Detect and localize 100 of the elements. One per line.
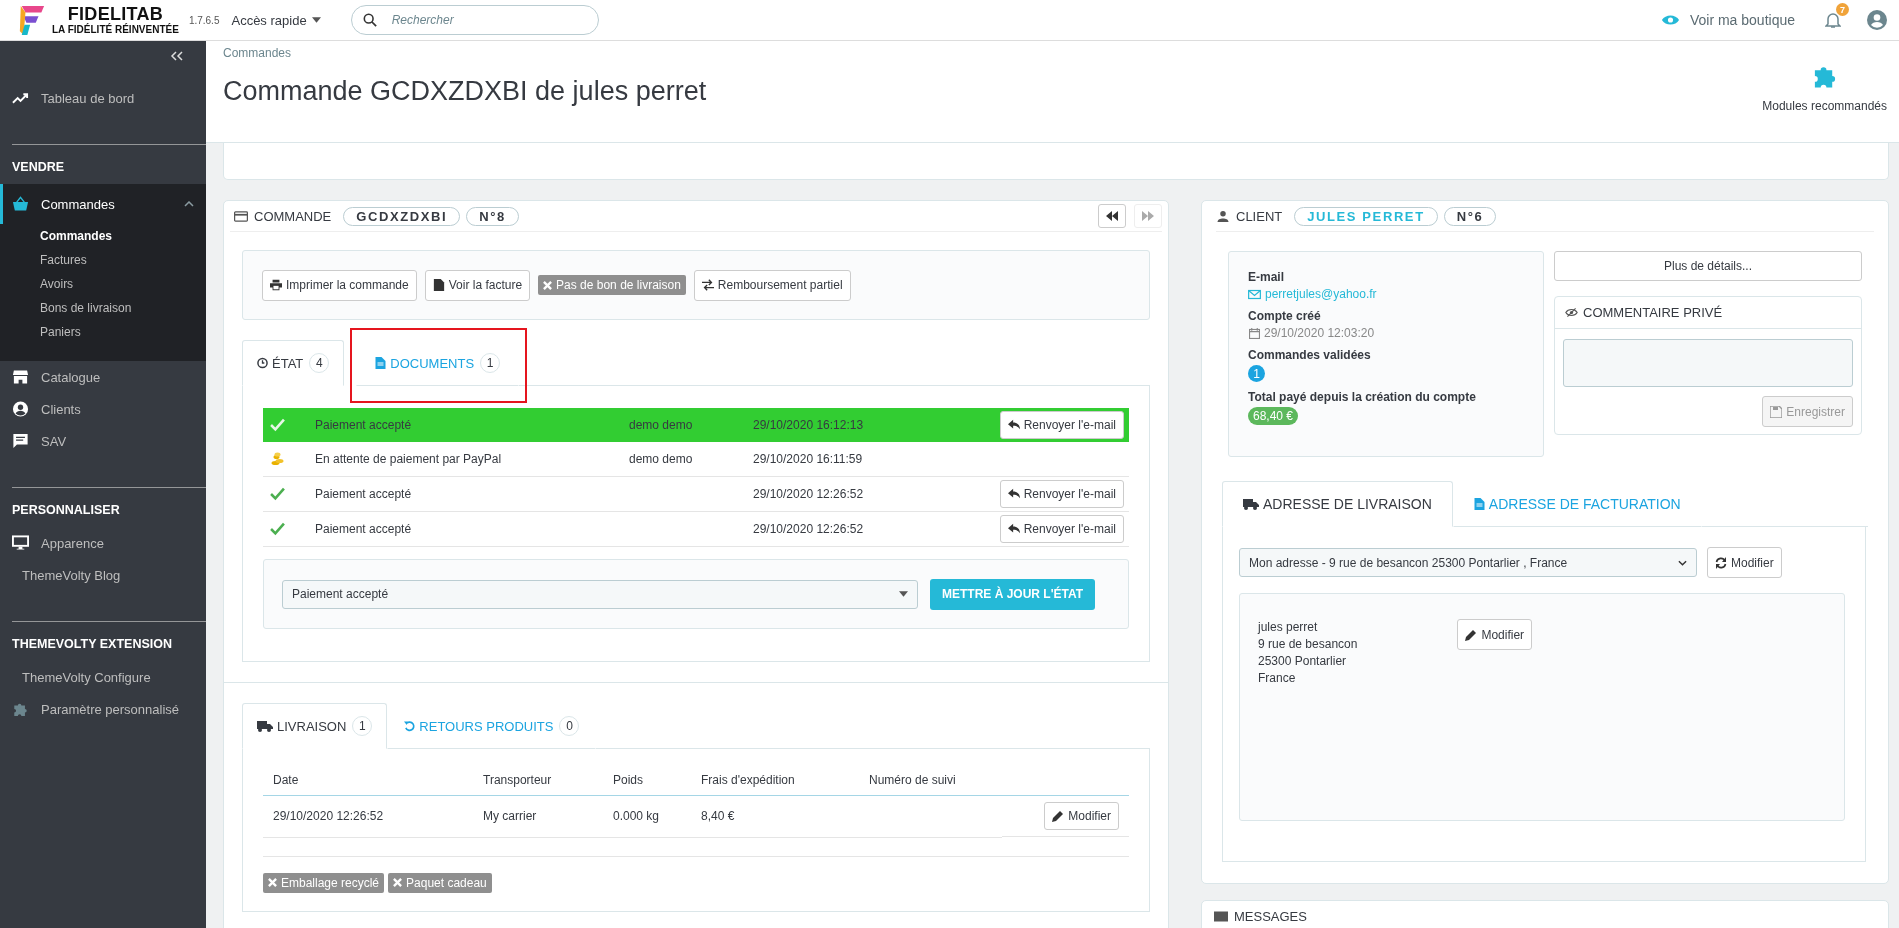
search-field[interactable]: Rechercher [350,5,599,35]
reply-icon [1007,488,1020,500]
sidebar-item[interactable]: Commandes [0,184,206,224]
field-label: Commandes validées [1248,348,1372,362]
edit-shipping-button[interactable]: Modifier [1044,802,1119,830]
document-icon [375,357,387,369]
sidebar-item[interactable]: Apparence [0,527,206,559]
sidebar-section-title: PERSONNALISER [11,502,121,519]
column-header: Frais d'expédition [691,767,859,796]
table-cell: 0.000 kg [613,809,660,824]
status-text: Paiement accepté [315,418,412,432]
fast-forward-icon [1142,211,1154,221]
panel-title: COMMANDE [254,208,332,224]
sidebar-subitem[interactable]: Bons de livraison [40,296,206,320]
truck-icon [257,720,273,732]
action-button[interactable]: Voir la facture [424,269,531,301]
change-address-button[interactable]: Modifier [1707,547,1782,578]
panel-title: CLIENT [1236,208,1283,224]
field-label: Total payé depuis la création du compte [1248,390,1477,404]
reply-icon [1007,419,1020,431]
bell-icon[interactable] [1825,11,1841,29]
date-text: 29/10/2020 12:26:52 [753,487,864,501]
sidebar-subitem[interactable]: Avoirs [40,272,206,296]
sidebar-item[interactable]: Catalogue [0,361,206,393]
tab[interactable]: ÉTAT 4 [242,340,345,386]
document-icon [1473,498,1485,510]
orders-count-badge: 1 [1248,365,1265,382]
resend-email-button[interactable]: Renvoyer l'e-mail [999,480,1124,508]
address-line: jules perret [1258,619,1319,636]
chevron-down-icon [1678,559,1687,566]
resend-email-button[interactable]: Renvoyer l'e-mail [999,515,1124,543]
status-text: Paiement accepté [315,522,412,536]
check-icon [270,522,285,536]
calendar-icon [1248,327,1261,339]
field-label: Compte créé [1248,309,1322,323]
action-button[interactable]: Imprimer la commande [262,269,417,301]
sidebar-item[interactable]: SAV [0,425,206,457]
sidebar-subitem[interactable]: Paniers [40,320,206,344]
rewind-icon [1106,211,1118,221]
pencil-icon [1465,628,1478,641]
next-order-button[interactable] [1134,204,1162,228]
collapse-icon[interactable] [170,51,184,61]
option-tag: Emballage recyclé [263,872,385,893]
sidebar-subitem[interactable]: Factures [40,248,206,272]
employee-name: demo demo [629,452,693,466]
sidebar-section-title: VENDRE [11,159,66,176]
document-icon [432,279,445,291]
sidebar-section-title: THEMEVOLTY EXTENSION [11,636,173,653]
caret-icon [311,17,321,23]
store-icon [12,369,29,385]
breadcrumb[interactable]: Commandes [223,46,1763,60]
sidebar-item[interactable]: ThemeVolty Blog [0,559,206,591]
quick-access-menu[interactable]: Accès rapide [231,12,321,28]
chevron-up-icon [184,201,194,207]
caret-icon [899,591,908,597]
sidebar-subitem[interactable]: Commandes [40,224,206,248]
search-icon [362,13,377,27]
sidebar-item[interactable]: Clients [0,393,206,425]
printer-icon [270,279,282,291]
person-icon [1216,210,1230,222]
more-details-button[interactable]: Plus de détails... [1554,251,1862,281]
previous-order-button[interactable] [1098,204,1126,228]
date-text: 29/10/2020 16:11:59 [753,452,863,466]
undo-icon [404,720,416,732]
cross-icon [543,280,553,290]
logo-icon [18,4,46,36]
status-tag: Pas de bon de livraison [538,275,686,295]
order-state-select[interactable]: Paiement accepté [282,579,918,609]
tab[interactable]: LIVRAISON 1 [242,703,388,749]
resend-email-button[interactable]: Renvoyer l'e-mail [999,411,1124,439]
edit-address-button[interactable]: Modifier [1457,619,1533,650]
user-avatar-icon[interactable] [1867,10,1887,30]
sidebar-item[interactable]: Tableau de bord [0,82,206,114]
table-cell: 29/10/2020 12:26:52 [273,809,384,824]
address-line: 25300 Pontarlier [1258,653,1348,670]
user-icon [12,401,29,417]
sidebar-item[interactable]: Paramètre personnalisé [0,693,206,725]
puzzle-icon [12,701,29,717]
tab[interactable]: RETOURS PRODUITS 0 [387,703,597,749]
basket-icon [12,196,29,212]
column-header: Transporteur [473,767,603,796]
date-text: 29/10/2020 12:26:52 [753,522,864,536]
comment-field[interactable] [1563,339,1853,387]
tab[interactable]: DOCUMENTS 1 [356,340,520,386]
view-shop-link[interactable]: Voir ma boutique [1660,12,1795,28]
logo-title: FIDELITAB [67,5,164,23]
refresh-icon [1715,556,1727,569]
tab[interactable]: ADRESSE DE LIVRAISON [1222,481,1453,527]
action-button[interactable]: Remboursement partiel [693,269,851,301]
panel-title: MESSAGES [1234,908,1307,924]
sidebar-item[interactable]: ThemeVolty Configure [0,661,206,693]
table-cell: My carrier [483,809,537,824]
recommended-modules-button[interactable]: Modules recommandés [1762,45,1887,113]
logo-subtitle: LA FIDÉLITÉ RÉINVENTÉE [52,25,179,35]
truck-icon [1243,498,1259,510]
exchange-icon [701,279,714,291]
panel-title: COMMENTAIRE PRIVÉ [1583,305,1723,320]
notification-count: 7 [1836,3,1849,16]
address-select[interactable]: Mon adresse - 9 rue de besancon 25300 Pontarlier , France [1239,548,1697,577]
page-title: Commande GCDXZDXBI de jules perret [223,76,708,107]
